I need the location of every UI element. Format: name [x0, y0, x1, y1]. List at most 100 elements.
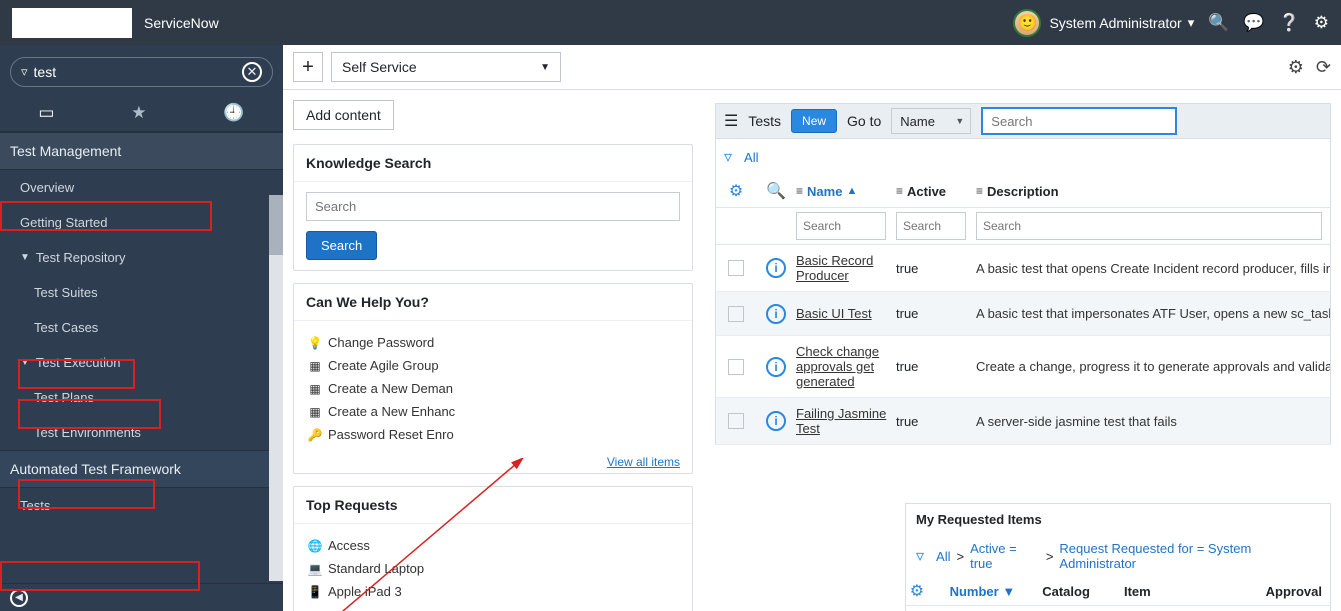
module-test-environments[interactable]: Test Environments	[0, 415, 283, 450]
menu-icon: ≡	[976, 184, 983, 198]
bulb-icon: 💡	[306, 336, 324, 350]
add-content-button[interactable]: Add content	[293, 100, 394, 130]
module-overview[interactable]: Overview	[0, 170, 283, 205]
column-header-active[interactable]: ≡Active	[896, 184, 976, 199]
user-menu[interactable]: 🙂 System Administrator ▾	[1013, 9, 1194, 37]
row-name-link[interactable]: Basic UI Test	[796, 306, 872, 321]
widget-title: My Requested Items	[905, 503, 1331, 535]
module-getting-started[interactable]: Getting Started	[0, 205, 283, 240]
breadcrumb-active[interactable]: Active = true	[970, 541, 1040, 571]
module-test-repository[interactable]: ▼Test Repository	[0, 240, 283, 275]
row-checkbox[interactable]	[728, 260, 744, 276]
chat-icon[interactable]: 💬	[1243, 13, 1264, 33]
menu-icon: ≡	[896, 184, 903, 198]
column-header-name[interactable]: ≡Name▲	[796, 184, 896, 199]
module-test-execution[interactable]: ▼Test Execution	[0, 345, 283, 380]
help-item[interactable]: 💡Change Password	[306, 331, 680, 354]
breadcrumb-all[interactable]: All	[936, 549, 950, 564]
info-icon[interactable]: i	[766, 357, 786, 377]
column-header-number[interactable]: Number ▼	[950, 584, 1043, 599]
help-item[interactable]: ▦Create a New Enhanc	[306, 400, 680, 423]
gear-icon[interactable]: ⚙	[1314, 13, 1329, 33]
knowledge-search-button[interactable]: Search	[306, 231, 377, 260]
top-requests-widget: Top Requests 🌐Access 💻Standard Laptop 📱A…	[293, 486, 693, 611]
request-item[interactable]: 💻Standard Laptop	[306, 557, 680, 580]
column-search-name[interactable]	[796, 212, 886, 240]
nav-scrollbar[interactable]	[269, 195, 283, 581]
settings-icon[interactable]: ⚙	[1288, 57, 1304, 78]
column-header-description[interactable]: ≡Description	[976, 184, 1330, 199]
row-name-link[interactable]: Check change approvals get generated	[796, 344, 879, 389]
funnel-icon[interactable]: ▿	[724, 147, 732, 167]
row-description: A server-side jasmine test that fails	[976, 414, 1330, 429]
personalize-icon[interactable]: ⚙	[716, 181, 756, 201]
column-header-approval[interactable]: Approval	[1266, 584, 1330, 599]
column-search-active[interactable]	[896, 212, 966, 240]
row-name-link[interactable]: Failing Jasmine Test	[796, 406, 886, 436]
info-icon[interactable]: i	[766, 411, 786, 431]
module-automated-test-framework[interactable]: Automated Test Framework	[0, 450, 283, 488]
collapse-nav-icon[interactable]: ◀	[10, 589, 28, 607]
add-page-button[interactable]: +	[293, 52, 323, 82]
column-header-catalog[interactable]: Catalog	[1042, 584, 1124, 599]
menu-icon: ≡	[796, 184, 803, 198]
caret-down-icon: ▾	[1188, 15, 1195, 31]
clear-icon[interactable]: ✕	[242, 62, 262, 82]
form-icon: ▦	[306, 359, 324, 373]
globe-icon: 🌐	[306, 539, 324, 553]
widget-title: Top Requests	[294, 487, 692, 524]
nav-tab-favorites[interactable]: ★	[131, 103, 146, 123]
view-all-link[interactable]: View all items	[607, 455, 680, 469]
row-active: true	[896, 261, 976, 276]
personalize-icon[interactable]: ⚙	[906, 581, 928, 601]
app-select[interactable]: Self Service	[331, 52, 561, 82]
info-icon[interactable]: i	[766, 258, 786, 278]
nav-tab-all[interactable]: ▭	[38, 103, 54, 123]
column-search-description[interactable]	[976, 212, 1322, 240]
module-test-suites[interactable]: Test Suites	[0, 275, 283, 310]
column-header-item[interactable]: Item	[1124, 584, 1266, 599]
user-name: System Administrator	[1049, 15, 1181, 31]
new-button[interactable]: New	[791, 109, 837, 133]
filter-icon: ▿	[21, 64, 28, 80]
help-icon[interactable]: ❔	[1279, 13, 1300, 33]
funnel-icon[interactable]: ▿	[916, 546, 924, 566]
row-checkbox[interactable]	[728, 413, 744, 429]
filter-input[interactable]	[34, 64, 242, 80]
module-test-cases[interactable]: Test Cases	[0, 310, 283, 345]
request-item[interactable]: 🌐Access	[306, 534, 680, 557]
refresh-icon[interactable]: ⟳	[1316, 57, 1331, 78]
form-icon: ▦	[306, 405, 324, 419]
row-checkbox[interactable]	[728, 306, 744, 322]
nav-tab-history[interactable]: 🕘	[223, 103, 244, 123]
list-title: Tests	[748, 113, 781, 129]
module-test-plans[interactable]: Test Plans	[0, 380, 283, 415]
help-item[interactable]: ▦Create Agile Group	[306, 354, 680, 377]
top-banner: ServiceNow 🙂 System Administrator ▾ 🔍 💬 …	[0, 0, 1341, 45]
list-menu-icon[interactable]: ☰	[724, 111, 738, 131]
table-row: i Failing Jasmine Test true A server-sid…	[715, 398, 1331, 445]
knowledge-search-input[interactable]	[306, 192, 680, 221]
info-icon[interactable]: i	[766, 304, 786, 324]
row-description: A basic test that opens Create Incident …	[976, 261, 1330, 276]
row-name-link[interactable]: Basic Record Producer	[796, 253, 873, 283]
filter-navigator[interactable]: ▿ ✕	[10, 57, 273, 87]
caret-down-icon: ▼	[20, 357, 30, 368]
laptop-icon: 💻	[306, 562, 324, 576]
breadcrumb-requested-for[interactable]: Request Requested for = System Administr…	[1059, 541, 1320, 571]
brand-text: ServiceNow	[144, 15, 219, 31]
search-icon[interactable]: 🔍	[1208, 13, 1229, 33]
avatar: 🙂	[1013, 9, 1041, 37]
help-item[interactable]: 🔑Password Reset Enro	[306, 423, 680, 446]
module-tests[interactable]: Tests	[0, 488, 283, 523]
column-search-icon[interactable]: 🔍	[756, 181, 796, 201]
goto-field-select[interactable]: Name	[891, 108, 971, 134]
breadcrumb-all[interactable]: All	[744, 150, 758, 165]
table-row: i Basic Record Producer true A basic tes…	[715, 245, 1331, 292]
request-item[interactable]: 📱Apple iPad 3	[306, 580, 680, 603]
module-test-management[interactable]: Test Management	[0, 132, 283, 170]
help-widget: Can We Help You? 💡Change Password ▦Creat…	[293, 283, 693, 474]
goto-search-input[interactable]	[981, 107, 1177, 135]
row-checkbox[interactable]	[728, 359, 744, 375]
help-item[interactable]: ▦Create a New Deman	[306, 377, 680, 400]
